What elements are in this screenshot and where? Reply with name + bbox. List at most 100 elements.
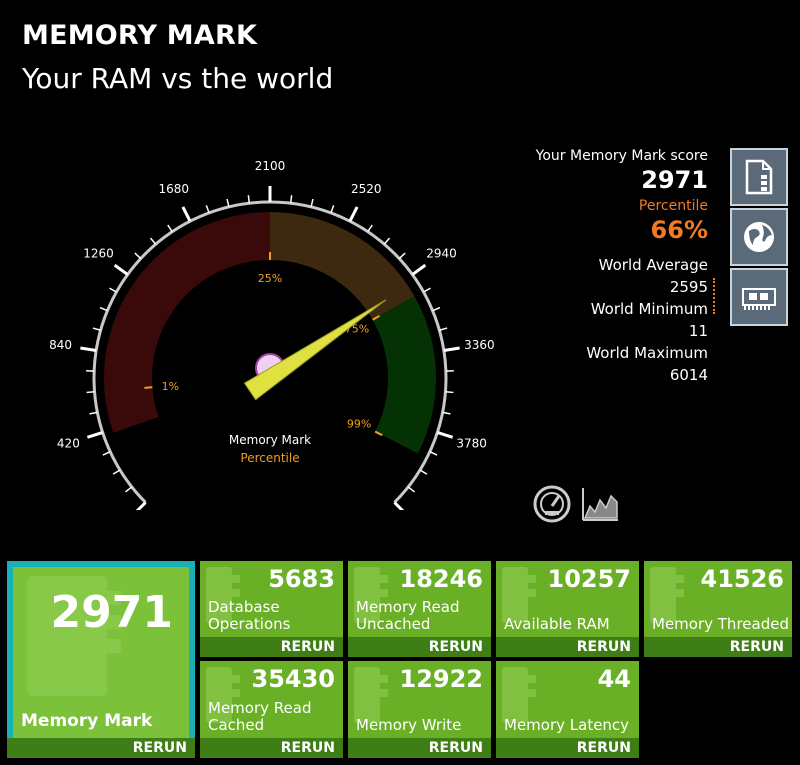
tile-memory-threaded[interactable]: 41526 Memory Threaded RERUN (644, 561, 792, 657)
world-maximum-value: 6014 (669, 366, 708, 384)
gauge-percentile-label: 99% (347, 417, 371, 430)
rerun-button[interactable]: RERUN (200, 637, 343, 657)
tile-value: 44 (597, 665, 631, 693)
tile-label: Available RAM (504, 615, 610, 633)
tile-memory-latency[interactable]: 44 Memory Latency RERUN (496, 661, 639, 758)
page-subtitle: Your RAM vs the world (22, 62, 334, 95)
tile-memory-mark-label: Memory Mark (21, 711, 153, 731)
gauge-major-tick (393, 501, 405, 510)
gauge-minor-tick (419, 469, 428, 475)
gauge-percentile-label: 1% (162, 380, 179, 393)
gauge-band-mid (270, 212, 415, 320)
tile-label: Memory Read Uncached (356, 598, 460, 633)
tile-label: Memory Threaded (652, 615, 789, 633)
speedometer-icon[interactable] (532, 484, 572, 524)
tile-available-ram[interactable]: 10257 Available RAM RERUN (496, 561, 639, 657)
score-value: 2971 (641, 166, 708, 194)
gauge-minor-tick (439, 327, 448, 331)
document-chart-button[interactable] (730, 148, 788, 206)
gauge-sub-caption: Percentile (240, 451, 299, 465)
tile-value: 5683 (268, 565, 335, 593)
tile-value: 10257 (547, 565, 632, 593)
gauge-major-tick (436, 430, 454, 439)
tile-memory-mark[interactable]: 2971 Memory Mark RERUN (7, 561, 195, 758)
gauge-svg: 0420840126016802100252029403360378042001… (49, 159, 495, 510)
tile-memory-mark-rerun[interactable]: RERUN (7, 738, 195, 758)
tile-memory-mark-value: 2971 (50, 587, 173, 638)
gauge-minor-tick (99, 306, 108, 312)
gauge-minor-tick (445, 391, 454, 394)
world-minimum-value: 11 (688, 322, 708, 340)
gauge-minor-tick (289, 195, 293, 204)
page-title: MEMORY MARK (22, 20, 258, 51)
gauge-minor-tick (247, 195, 251, 204)
world-average-value: 2595 (669, 278, 708, 296)
rerun-button[interactable]: RERUN (644, 637, 792, 657)
percentile-label: Percentile (638, 198, 708, 214)
rerun-button[interactable]: RERUN (200, 738, 343, 758)
gauge-minor-tick (398, 252, 406, 260)
gauge-minor-tick (367, 224, 373, 233)
tile-value: 35430 (251, 665, 336, 693)
gauge-tick-label: 840 (49, 338, 72, 352)
gauge-major-tick (348, 206, 359, 222)
percentile-value: 66% (650, 216, 708, 244)
tile-label: Memory Latency (504, 716, 630, 734)
memory-card-icon (742, 288, 776, 310)
gauge-major-tick (411, 263, 427, 276)
gauge-caption: Memory Mark (229, 433, 311, 447)
memory-card-button[interactable] (730, 268, 788, 326)
gauge-minor-tick (432, 306, 441, 312)
tile-label: Database Operations (208, 598, 291, 633)
gauge-minor-tick (423, 287, 431, 293)
memory-mark-gauge: 0420840126016802100252029403360378042001… (0, 130, 520, 510)
gauge-minor-tick (112, 469, 121, 475)
score-label: Your Memory Mark score (535, 148, 708, 164)
world-maximum-label: World Maximum (586, 344, 708, 362)
globe-icon (744, 222, 774, 252)
tile-database-operations[interactable]: 5683 Database Operations RERUN (200, 561, 343, 657)
tile-value: 41526 (700, 565, 785, 593)
rerun-button[interactable]: RERUN (348, 637, 491, 657)
world-average-label: World Average (598, 256, 708, 274)
gauge-major-tick (113, 263, 129, 276)
gauge-minor-tick (429, 451, 438, 456)
gauge-band-high (372, 296, 436, 454)
tile-label: Memory Read Cached (208, 699, 312, 734)
gauge-minor-tick (92, 327, 101, 331)
tile-memory-write[interactable]: 12922 Memory Write RERUN (348, 661, 491, 758)
gauge-minor-tick (109, 287, 117, 293)
gauge-minor-tick (134, 252, 142, 260)
gauge-minor-tick (407, 486, 415, 493)
gauge-minor-tick (86, 391, 95, 394)
tile-label: Memory Write (356, 716, 462, 734)
gauge-minor-tick (149, 237, 157, 245)
rerun-button[interactable]: RERUN (496, 738, 639, 758)
document-chart-icon (745, 159, 773, 195)
gauge-tick-label: 420 (57, 437, 80, 451)
gauge-needle (243, 299, 387, 401)
gauge-tick-label: 1260 (83, 246, 114, 260)
world-minimum-label: World Minimum (590, 300, 708, 318)
average-marker (713, 278, 715, 314)
rerun-button[interactable]: RERUN (348, 738, 491, 758)
globe-button[interactable] (730, 208, 788, 266)
rerun-button[interactable]: RERUN (496, 637, 639, 657)
gauge-minor-tick (330, 205, 335, 214)
gauge-minor-tick (102, 451, 111, 456)
gauge-major-tick (86, 430, 104, 439)
tile-memory-read-uncached[interactable]: 18246 Memory Read Uncached RERUN (348, 561, 491, 657)
score-panel: Your Memory Mark score 2971 Percentile 6… (448, 148, 708, 384)
area-chart-icon[interactable] (580, 484, 620, 524)
gauge-minor-tick (205, 205, 210, 214)
gauge-tick-label: 2520 (351, 182, 382, 196)
gauge-band-low (104, 212, 270, 433)
gauge-minor-tick (383, 237, 391, 245)
tile-memory-read-cached[interactable]: 35430 Memory Read Cached RERUN (200, 661, 343, 758)
tile-value: 18246 (399, 565, 484, 593)
gauge-tick-label: 1680 (158, 182, 189, 196)
gauge-major-tick (181, 206, 192, 222)
gauge-major-tick (135, 501, 147, 510)
gauge-tick-label: 2100 (255, 159, 286, 173)
gauge-minor-tick (125, 486, 133, 493)
